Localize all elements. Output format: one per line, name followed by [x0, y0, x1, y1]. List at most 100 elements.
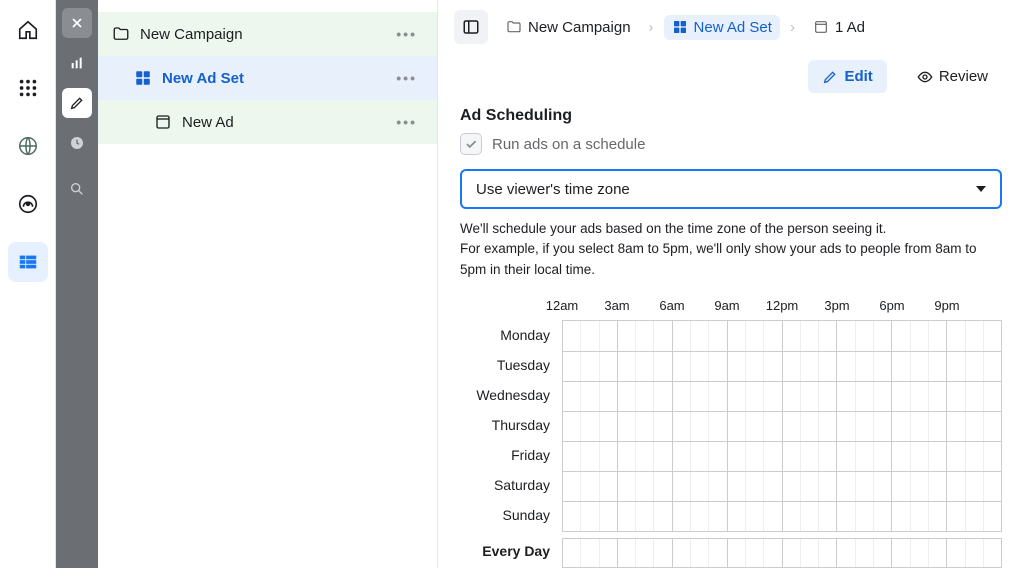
crumb-campaign[interactable]: New Campaign — [498, 15, 639, 40]
schedule-cell[interactable] — [819, 352, 837, 381]
schedule-cell[interactable] — [819, 321, 837, 351]
schedule-cell[interactable] — [728, 352, 746, 381]
schedule-cell[interactable] — [691, 352, 709, 381]
schedule-cell[interactable] — [874, 382, 892, 411]
schedule-cell[interactable] — [563, 321, 581, 351]
schedule-cell[interactable] — [673, 472, 691, 501]
schedule-cell[interactable] — [600, 321, 618, 351]
more-icon[interactable]: ••• — [396, 70, 417, 86]
schedule-cell[interactable] — [563, 472, 581, 501]
schedule-cell[interactable] — [966, 352, 984, 381]
edit-button[interactable]: Edit — [808, 60, 886, 93]
schedule-cell[interactable] — [764, 382, 782, 411]
schedule-cell[interactable] — [581, 502, 599, 531]
schedule-cell[interactable] — [911, 321, 929, 351]
schedule-cell[interactable] — [984, 502, 1001, 531]
every-day-row[interactable] — [562, 538, 1002, 568]
schedule-cell[interactable] — [728, 412, 746, 441]
schedule-cell[interactable] — [691, 472, 709, 501]
schedule-cell[interactable] — [709, 382, 727, 411]
schedule-cell[interactable] — [654, 382, 672, 411]
schedule-cell[interactable] — [783, 382, 801, 411]
tree-adset[interactable]: New Ad Set ••• — [98, 56, 437, 100]
crumb-adset[interactable]: New Ad Set — [664, 15, 780, 40]
schedule-cell[interactable] — [728, 442, 746, 471]
schedule-cell[interactable] — [709, 539, 727, 567]
schedule-cell[interactable] — [673, 539, 691, 567]
schedule-cell[interactable] — [947, 321, 965, 351]
schedule-cell[interactable] — [673, 502, 691, 531]
schedule-cell[interactable] — [728, 539, 746, 567]
schedule-cell[interactable] — [892, 321, 910, 351]
crumb-ad[interactable]: 1 Ad — [805, 15, 873, 40]
more-icon[interactable]: ••• — [396, 26, 417, 42]
apps-icon[interactable] — [8, 68, 48, 108]
schedule-cell[interactable] — [783, 412, 801, 441]
schedule-cell[interactable] — [636, 539, 654, 567]
schedule-cell[interactable] — [911, 442, 929, 471]
schedule-cell[interactable] — [837, 382, 855, 411]
schedule-cell[interactable] — [783, 321, 801, 351]
schedule-cell[interactable] — [728, 382, 746, 411]
schedule-cell[interactable] — [783, 502, 801, 531]
schedule-cell[interactable] — [837, 472, 855, 501]
schedule-cell[interactable] — [984, 442, 1001, 471]
schedule-cell[interactable] — [673, 442, 691, 471]
schedule-cell[interactable] — [801, 442, 819, 471]
schedule-cell[interactable] — [947, 539, 965, 567]
schedule-cell[interactable] — [764, 539, 782, 567]
schedule-cell[interactable] — [783, 539, 801, 567]
schedule-cell[interactable] — [563, 352, 581, 381]
review-button[interactable]: Review — [903, 60, 1002, 93]
schedule-cell[interactable] — [874, 412, 892, 441]
schedule-cell[interactable] — [929, 382, 947, 411]
schedule-cell[interactable] — [801, 539, 819, 567]
schedule-cell[interactable] — [581, 472, 599, 501]
schedule-cell[interactable] — [892, 472, 910, 501]
schedule-cell[interactable] — [600, 539, 618, 567]
chart-icon[interactable] — [62, 48, 92, 78]
schedule-cell[interactable] — [563, 412, 581, 441]
schedule-cell[interactable] — [929, 352, 947, 381]
schedule-cell[interactable] — [947, 382, 965, 411]
schedule-cell[interactable] — [837, 412, 855, 441]
schedule-cell[interactable] — [746, 502, 764, 531]
schedule-cell[interactable] — [654, 502, 672, 531]
schedule-cell[interactable] — [856, 321, 874, 351]
schedule-cell[interactable] — [673, 321, 691, 351]
schedule-cell[interactable] — [984, 412, 1001, 441]
schedule-cell[interactable] — [856, 382, 874, 411]
schedule-row[interactable] — [563, 441, 1001, 471]
schedule-cell[interactable] — [563, 502, 581, 531]
schedule-cell[interactable] — [618, 352, 636, 381]
tree-campaign[interactable]: New Campaign ••• — [98, 12, 437, 56]
schedule-cell[interactable] — [856, 442, 874, 471]
schedule-cell[interactable] — [746, 352, 764, 381]
schedule-cell[interactable] — [581, 442, 599, 471]
more-icon[interactable]: ••• — [396, 114, 417, 130]
schedule-cell[interactable] — [947, 352, 965, 381]
schedule-cell[interactable] — [819, 472, 837, 501]
schedule-cell[interactable] — [819, 442, 837, 471]
schedule-cell[interactable] — [929, 442, 947, 471]
schedule-cell[interactable] — [856, 539, 874, 567]
schedule-cell[interactable] — [764, 321, 782, 351]
schedule-cell[interactable] — [929, 321, 947, 351]
schedule-cell[interactable] — [746, 472, 764, 501]
schedule-cell[interactable] — [984, 352, 1001, 381]
schedule-cell[interactable] — [600, 382, 618, 411]
schedule-cell[interactable] — [856, 412, 874, 441]
schedule-cell[interactable] — [691, 321, 709, 351]
schedule-cell[interactable] — [673, 412, 691, 441]
schedule-cell[interactable] — [618, 539, 636, 567]
schedule-cell[interactable] — [801, 502, 819, 531]
schedule-cell[interactable] — [966, 382, 984, 411]
schedule-cell[interactable] — [618, 472, 636, 501]
schedule-cell[interactable] — [746, 539, 764, 567]
schedule-cell[interactable] — [911, 352, 929, 381]
schedule-cell[interactable] — [600, 442, 618, 471]
schedule-cell[interactable] — [856, 352, 874, 381]
schedule-cell[interactable] — [837, 442, 855, 471]
schedule-cell[interactable] — [618, 382, 636, 411]
schedule-cell[interactable] — [801, 472, 819, 501]
